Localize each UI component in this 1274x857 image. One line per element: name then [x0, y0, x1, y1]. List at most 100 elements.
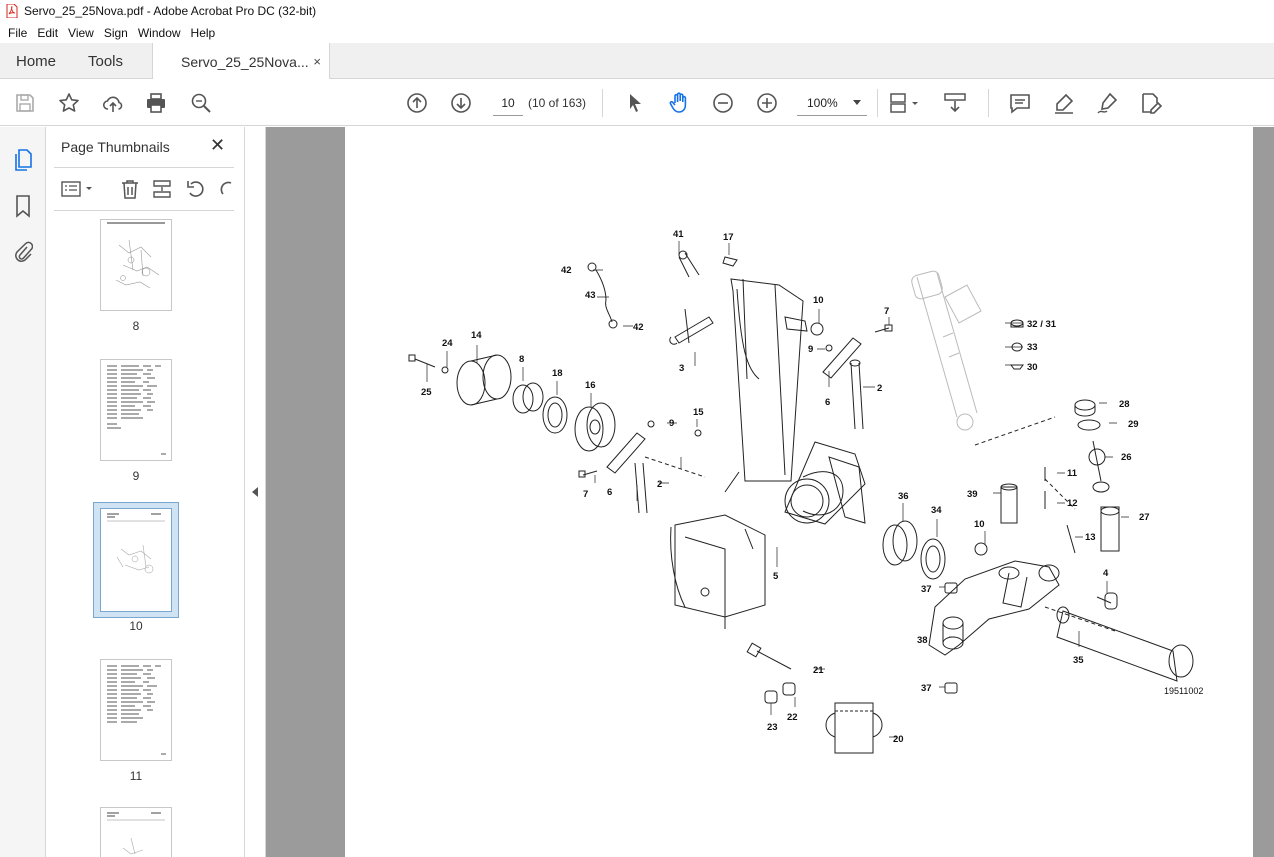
pdf-page: 41 17 42 43 42 10 7 3 9 6 2 14 24 8 18 1… [345, 127, 1253, 857]
callout-label: 32 / 31 [1027, 319, 1057, 330]
star-icon[interactable] [56, 90, 82, 116]
callout-label: 2 [877, 383, 882, 394]
rotate-left-icon[interactable] [184, 177, 208, 201]
page-down-icon[interactable] [448, 90, 474, 116]
tab-tools[interactable]: Tools [88, 43, 123, 79]
menu-edit[interactable]: Edit [32, 26, 63, 40]
menu-window[interactable]: Window [133, 26, 186, 40]
thumbnail-label: 9 [132, 469, 140, 483]
callout-label: 42 [561, 265, 572, 276]
zoom-in-icon[interactable] [754, 90, 780, 116]
page-display-icon[interactable] [888, 90, 922, 116]
page-thumbnail[interactable] [100, 659, 172, 761]
rotate-right-icon[interactable] [216, 177, 240, 201]
page-thumbnail[interactable] [100, 807, 172, 857]
page-thumbnails-icon[interactable] [10, 147, 36, 173]
callout-label: 25 [421, 387, 432, 398]
page-thumbnail-selected[interactable] [100, 508, 172, 612]
callout-label: 34 [931, 505, 942, 516]
callout-label: 6 [825, 397, 830, 408]
page-number-input[interactable] [493, 90, 523, 116]
diagram-callouts: 41 17 42 43 42 10 7 3 9 6 2 14 24 8 18 1… [421, 229, 1150, 745]
zoom-select[interactable]: 100% [797, 90, 867, 116]
acrobat-pdf-icon [6, 4, 18, 18]
callout-label: 14 [471, 330, 482, 341]
panel-splitter[interactable] [244, 127, 266, 857]
figure-number: 19511002 [1164, 686, 1203, 696]
callout-label: 26 [1121, 452, 1132, 463]
page-thumbnail[interactable] [100, 219, 172, 311]
scroll-mode-icon[interactable] [942, 90, 968, 116]
tab-home[interactable]: Home [16, 43, 56, 79]
collapse-panel-icon[interactable] [252, 487, 258, 497]
page-count: (10 of 163) [528, 96, 587, 110]
callout-label: 16 [585, 380, 596, 391]
options-menu-icon[interactable] [60, 177, 96, 201]
bookmark-icon[interactable] [10, 193, 36, 219]
close-panel-icon[interactable]: ✕ [210, 135, 225, 156]
attachment-icon[interactable] [10, 239, 36, 265]
tab-document-label: Servo_25_25Nova... [181, 53, 309, 70]
callout-label: 24 [442, 338, 453, 349]
menu-file[interactable]: File [3, 26, 32, 40]
select-cursor-icon[interactable] [622, 90, 648, 116]
pen-icon[interactable] [1094, 90, 1120, 116]
hand-icon[interactable] [666, 90, 692, 116]
callout-label: 13 [1085, 532, 1096, 543]
callout-label: 30 [1027, 362, 1038, 373]
zoom-search-icon[interactable] [188, 90, 214, 116]
callout-label: 21 [813, 665, 824, 676]
callout-label: 22 [787, 712, 798, 723]
panel-title: Page Thumbnails [61, 139, 170, 155]
callout-label: 37 [921, 584, 932, 595]
chevron-down-icon [853, 99, 861, 105]
callout-label: 38 [917, 635, 928, 646]
print-icon[interactable] [143, 90, 169, 116]
highlight-icon[interactable] [1051, 90, 1077, 116]
callout-label: 9 [808, 344, 813, 355]
thumbnail-table [107, 365, 166, 455]
save-icon[interactable] [12, 90, 38, 116]
menu-sign[interactable]: Sign [99, 26, 133, 40]
page-thumbnail[interactable] [100, 359, 172, 461]
callout-label: 42 [633, 322, 644, 333]
callout-label: 43 [585, 290, 596, 301]
callout-label: 36 [898, 491, 909, 502]
zoom-out-icon[interactable] [710, 90, 736, 116]
upload-icon[interactable] [100, 90, 126, 116]
title-bar: Servo_25_25Nova.pdf - Adobe Acrobat Pro … [0, 0, 1274, 22]
delete-icon[interactable] [118, 177, 142, 201]
menu-view[interactable]: View [63, 26, 99, 40]
insert-pages-icon[interactable] [150, 177, 174, 201]
callout-label: 15 [693, 407, 704, 418]
callout-label: 11 [1067, 468, 1078, 479]
callout-label: 29 [1128, 419, 1139, 430]
callout-label: 33 [1027, 342, 1038, 353]
callout-label: 35 [1073, 655, 1084, 666]
callout-label: 3 [679, 363, 684, 374]
callout-label: 23 [767, 722, 778, 733]
thumbnail-drawing [107, 812, 165, 855]
callout-label: 18 [552, 368, 563, 379]
callout-label: 6 [607, 487, 612, 498]
left-rail [0, 127, 46, 857]
callout-label: 2 [657, 479, 662, 490]
document-area[interactable]: 41 17 42 43 42 10 7 3 9 6 2 14 24 8 18 1… [266, 127, 1274, 857]
thumbnail-label: 8 [132, 319, 140, 333]
thumbnail-label: 10 [129, 619, 143, 633]
callout-label: 7 [583, 489, 588, 500]
callout-label: 28 [1119, 399, 1130, 410]
thumbnail-drawing [107, 513, 165, 574]
edit-sign-icon[interactable] [1138, 90, 1164, 116]
menu-help[interactable]: Help [186, 26, 221, 40]
panel-toolbar [60, 177, 240, 203]
page-up-icon[interactable] [404, 90, 430, 116]
callout-label: 7 [884, 306, 889, 317]
callout-label: 4 [1103, 568, 1109, 579]
tab-document[interactable]: Servo_25_25Nova... × [152, 43, 330, 80]
callout-label: 27 [1139, 512, 1150, 523]
thumbnail-label: 11 [129, 769, 143, 783]
close-tab-icon[interactable]: × [313, 54, 321, 69]
comment-icon[interactable] [1007, 90, 1033, 116]
thumbnail-drawing [107, 222, 165, 289]
